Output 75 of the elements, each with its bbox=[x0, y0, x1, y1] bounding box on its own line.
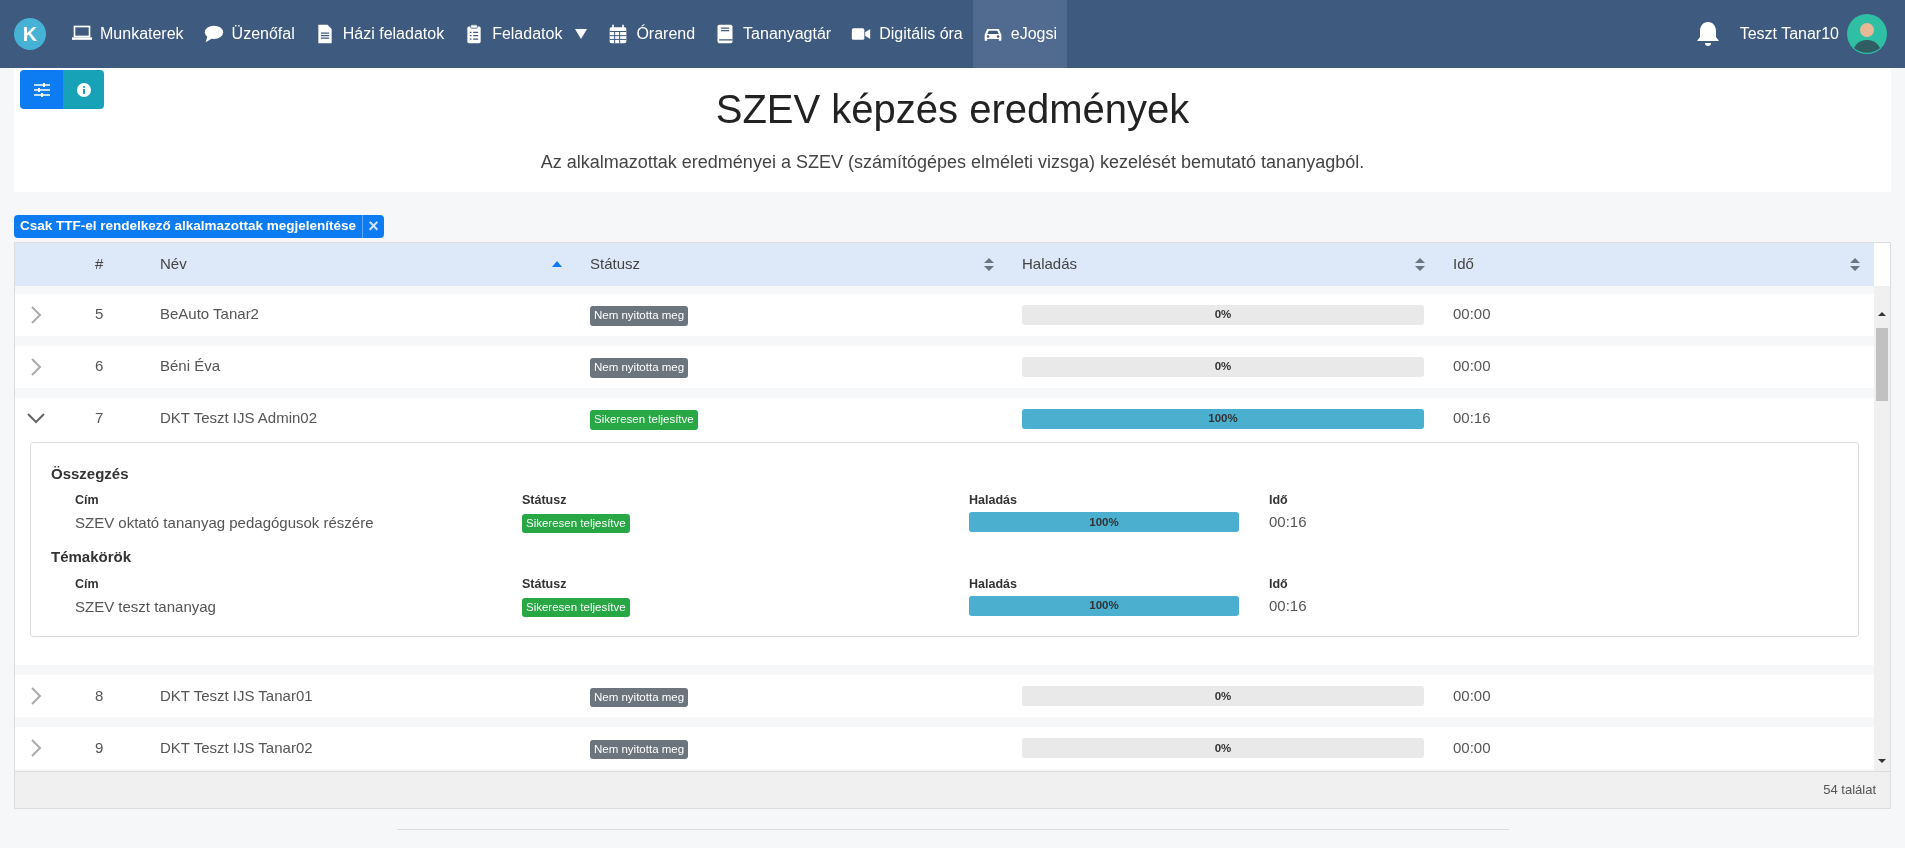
table-cell-text: SZEV oktató tananyag pedagógusok részére bbox=[75, 512, 375, 533]
section-heading: Témakörök bbox=[51, 547, 133, 568]
table-row[interactable]: 9 DKT Teszt IJS Tanar02 Nem nyitotta meg 0% 00:00 bbox=[15, 727, 1874, 770]
section-heading: Összegzés bbox=[51, 463, 130, 484]
nav-link[interactable]: Tananyagtár bbox=[705, 0, 842, 68]
nav-link[interactable]: Munkaterek bbox=[62, 0, 194, 68]
status-badge: Nem nyitotta meg bbox=[590, 358, 689, 378]
progress-bar: 0% bbox=[1022, 686, 1424, 707]
table-cell-text: 00:00 bbox=[1452, 304, 1492, 325]
table-cell-text: Béni Éva bbox=[159, 356, 222, 377]
table-cell-text: DKT Teszt IJS Admin02 bbox=[159, 408, 319, 429]
page-title: SZEV képzés eredmények bbox=[715, 86, 1190, 133]
status-badge: Sikeresen teljesítve bbox=[522, 514, 630, 534]
column-header[interactable]: Státusz bbox=[576, 252, 1008, 276]
filter-settings-button[interactable] bbox=[20, 70, 63, 109]
page-subtitle: Az alkalmazottak eredményei a SZEV (számítógépes elméleti vizsga) kezelését bemutató tananyagból. bbox=[540, 151, 1365, 174]
avatar-icon bbox=[1847, 14, 1887, 54]
progress-bar: 0% bbox=[1022, 304, 1424, 325]
column-header: # bbox=[94, 253, 105, 274]
table-cell-text: 00:16 bbox=[1269, 511, 1308, 532]
table-cell-text: DKT Teszt IJS Tanar02 bbox=[159, 737, 314, 758]
table-cell-text: 00:16 bbox=[1452, 408, 1492, 429]
nav-link[interactable]: Digitális óra bbox=[841, 0, 973, 68]
status-badge: Sikeresen teljesítve bbox=[590, 410, 698, 430]
progress-bar: 100% bbox=[969, 595, 1239, 616]
progress-bar: 0% bbox=[1022, 356, 1424, 377]
column-label: Haladás bbox=[969, 575, 1018, 593]
nav-link[interactable]: Üzenőfal bbox=[193, 0, 305, 68]
table-cell-text: 9 bbox=[94, 737, 105, 758]
book-icon bbox=[715, 24, 736, 44]
status-badge: Nem nyitotta meg bbox=[590, 739, 689, 760]
table-cell-text: 00:00 bbox=[1452, 737, 1492, 758]
info-icon bbox=[76, 82, 91, 97]
table-cell-text: 6 bbox=[94, 356, 105, 377]
progress-bar: 100% bbox=[1022, 408, 1424, 429]
column-label: Idő bbox=[1269, 492, 1289, 510]
info-button[interactable] bbox=[63, 70, 104, 109]
table-row[interactable]: 6 Béni Éva Nem nyitotta meg 0% 00:00 bbox=[15, 345, 1874, 388]
table-row[interactable]: 7 DKT Teszt IJS Admin02 Sikeresen teljesítve 100% 00:16 bbox=[15, 397, 1874, 440]
column-header[interactable]: Haladás bbox=[1008, 252, 1439, 276]
table-row[interactable]: 5 BeAuto Tanar2 Nem nyitotta meg 0% 00:00 bbox=[15, 293, 1874, 336]
bell-icon bbox=[1695, 21, 1720, 47]
column-header[interactable]: Név bbox=[146, 252, 576, 276]
column-label: Idő bbox=[1269, 575, 1289, 593]
result-count: 54 találat bbox=[1823, 780, 1876, 799]
table-cell-text: 00:00 bbox=[1452, 685, 1492, 706]
progress-bar: 0% bbox=[1022, 738, 1424, 759]
column-label: Státusz bbox=[522, 492, 568, 510]
column-label: Cím bbox=[75, 492, 100, 510]
table-cell-text: 00:00 bbox=[1452, 356, 1492, 377]
user-name[interactable]: Teszt Tanar10 bbox=[1739, 22, 1839, 46]
nav-link[interactable]: Feladatok bbox=[454, 0, 599, 68]
status-badge: Sikeresen teljesítve bbox=[522, 597, 630, 618]
column-label: Haladás bbox=[969, 492, 1018, 510]
table-cell-text: 8 bbox=[94, 685, 105, 706]
table-row[interactable]: 8 DKT Teszt IJS Tanar01 Nem nyitotta meg 0% 00:00 bbox=[15, 675, 1874, 718]
status-badge: Nem nyitotta meg bbox=[590, 687, 689, 708]
progress-bar: 100% bbox=[969, 512, 1239, 533]
nav-link[interactable]: Órarend bbox=[598, 0, 706, 68]
table-cell-text: 7 bbox=[94, 408, 105, 429]
column-header[interactable]: Idő bbox=[1439, 252, 1874, 276]
column-label: Cím bbox=[75, 575, 100, 593]
nav-link[interactable]: eJogsi bbox=[972, 0, 1067, 68]
table-cell-text: 5 bbox=[94, 304, 105, 325]
speech-bubble-icon bbox=[203, 24, 224, 44]
calendar-icon bbox=[608, 24, 629, 44]
nav-link[interactable]: Házi feladatok bbox=[304, 0, 455, 68]
filter-label: Csak TTF-el rendelkező alkalmazottak megjelenítése bbox=[19, 217, 358, 235]
table-cell-text: BeAuto Tanar2 bbox=[159, 304, 260, 325]
table-cell-text: SZEV teszt tananyag bbox=[75, 596, 217, 617]
column-label: Státusz bbox=[522, 575, 568, 593]
table-cell-text: DKT Teszt IJS Tanar01 bbox=[159, 685, 314, 706]
sliders-icon bbox=[33, 82, 50, 97]
status-badge: Nem nyitotta meg bbox=[590, 306, 689, 326]
table-cell-text: 00:16 bbox=[1269, 595, 1308, 616]
